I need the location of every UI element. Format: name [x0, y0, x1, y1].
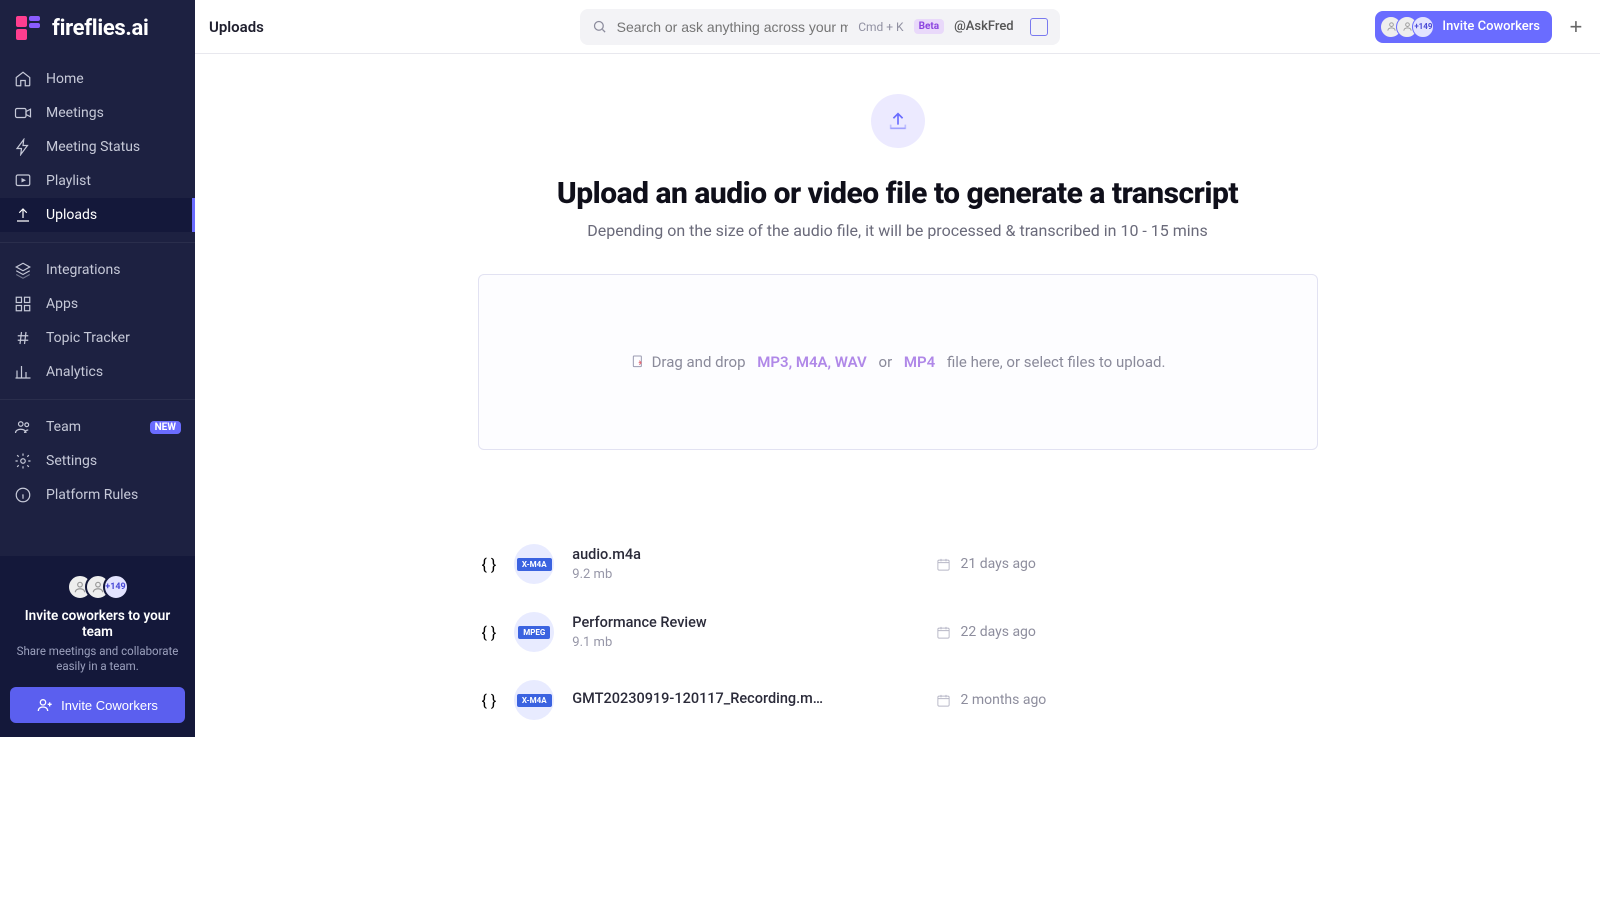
video-icon	[14, 104, 32, 122]
file-type-icon: X-M4A	[514, 680, 554, 720]
calendar-icon	[936, 625, 951, 640]
avatar-overflow-count: +149	[1412, 16, 1434, 38]
file-name: audio.m4a	[572, 546, 872, 563]
topbar: Uploads Cmd + K Beta @AskFred +149 Invit…	[195, 0, 1600, 54]
file-name: Performance Review	[572, 614, 872, 631]
file-type-icon: X-M4A	[514, 544, 554, 584]
content: Upload an audio or video file to generat…	[195, 54, 1600, 737]
nav-label: Meeting Status	[46, 139, 140, 155]
gear-icon	[14, 452, 32, 470]
sidebar-item-analytics[interactable]: Analytics	[0, 355, 195, 389]
file-list: { }X-M4A audio.m4a 9.2 mb 21 days ago { …	[478, 530, 1318, 734]
nav-label: Playlist	[46, 173, 91, 189]
sidebar: fireflies.ai Home Meetings Meeting Status P…	[0, 0, 195, 737]
add-button[interactable]: +	[1562, 13, 1590, 41]
hash-icon	[14, 329, 32, 347]
calendar-icon	[936, 693, 951, 708]
sidebar-item-integrations[interactable]: Integrations	[0, 253, 195, 287]
nav-badge: NEW	[150, 421, 181, 434]
team-icon	[14, 418, 32, 436]
stop-icon[interactable]	[1030, 18, 1048, 36]
nav-label: Home	[46, 71, 84, 87]
file-date: 2 months ago	[936, 692, 1216, 708]
invite-subtitle: Share meetings and collaborate easily in…	[10, 644, 185, 675]
home-icon	[14, 70, 32, 88]
calendar-icon	[936, 557, 951, 572]
logo-text: fireflies.ai	[52, 16, 149, 41]
nav-label: Analytics	[46, 364, 103, 380]
sidebar-item-meetings[interactable]: Meetings	[0, 96, 195, 130]
upload-icon	[14, 206, 32, 224]
file-size: 9.2 mb	[572, 567, 917, 582]
nav-label: Team	[46, 419, 81, 435]
nav-label: Apps	[46, 296, 78, 312]
beta-badge: Beta	[914, 19, 945, 34]
dropzone[interactable]: Drag and drop MP3, M4A, WAV or MP4 file …	[478, 274, 1318, 450]
page-title: Uploads	[209, 18, 264, 36]
sidebar-item-apps[interactable]: Apps	[0, 287, 195, 321]
nav: Home Meetings Meeting Status Playlist Upload…	[0, 56, 195, 556]
sidebar-item-playlist[interactable]: Playlist	[0, 164, 195, 198]
layers-icon	[14, 261, 32, 279]
sidebar-item-uploads[interactable]: Uploads	[0, 198, 195, 232]
file-date: 21 days ago	[936, 556, 1216, 572]
file-row[interactable]: { }X-M4A GMT20230919-120117_Recording.m……	[478, 666, 1318, 734]
file-size: 9.1 mb	[572, 635, 917, 650]
hero-subtitle: Depending on the size of the audio file,…	[478, 221, 1318, 240]
hero-title: Upload an audio or video file to generat…	[478, 176, 1318, 211]
nav-label: Settings	[46, 453, 97, 469]
file-type-icon: MPEG	[514, 612, 554, 652]
file-name: GMT20230919-120117_Recording.m…	[572, 690, 872, 707]
upload-hero-icon	[871, 94, 925, 148]
grid-icon	[14, 295, 32, 313]
user-plus-icon	[37, 697, 53, 713]
search-bar[interactable]: Cmd + K Beta @AskFred	[580, 9, 1060, 45]
nav-label: Topic Tracker	[46, 330, 130, 346]
sidebar-item-home[interactable]: Home	[0, 62, 195, 96]
search-icon	[592, 19, 607, 34]
nav-label: Integrations	[46, 262, 120, 278]
sidebar-item-meeting-status[interactable]: Meeting Status	[0, 130, 195, 164]
sidebar-item-team[interactable]: Team NEW	[0, 410, 195, 444]
logo-icon	[14, 14, 42, 42]
search-shortcut: Cmd + K	[858, 20, 903, 34]
invite-coworkers-top-button[interactable]: +149 Invite Coworkers	[1375, 11, 1552, 43]
file-row[interactable]: { }MPEG Performance Review 9.1 mb 22 day…	[478, 598, 1318, 666]
main: Uploads Cmd + K Beta @AskFred +149 Invit…	[195, 0, 1600, 737]
nav-label: Meetings	[46, 105, 104, 121]
invite-coworkers-button[interactable]: Invite Coworkers	[10, 687, 185, 723]
search-input[interactable]	[617, 19, 849, 35]
bolt-icon	[14, 138, 32, 156]
nav-label: Uploads	[46, 207, 97, 223]
playlist-icon	[14, 172, 32, 190]
avatar-overflow-count: +149	[103, 574, 129, 600]
sidebar-item-topic-tracker[interactable]: Topic Tracker	[0, 321, 195, 355]
logo[interactable]: fireflies.ai	[0, 0, 195, 56]
file-date: 22 days ago	[936, 624, 1216, 640]
file-upload-icon	[630, 354, 646, 370]
info-icon	[14, 486, 32, 504]
file-row[interactable]: { }X-M4A audio.m4a 9.2 mb 21 days ago	[478, 530, 1318, 598]
avatar-stack: +149	[10, 574, 185, 600]
invite-panel: +149 Invite coworkers to your team Share…	[0, 556, 195, 737]
sidebar-item-platform-rules[interactable]: Platform Rules	[0, 478, 195, 512]
bars-icon	[14, 363, 32, 381]
ask-fred-label[interactable]: @AskFred	[954, 19, 1014, 34]
sidebar-item-settings[interactable]: Settings	[0, 444, 195, 478]
invite-title: Invite coworkers to your team	[10, 608, 185, 640]
nav-label: Platform Rules	[46, 487, 138, 503]
